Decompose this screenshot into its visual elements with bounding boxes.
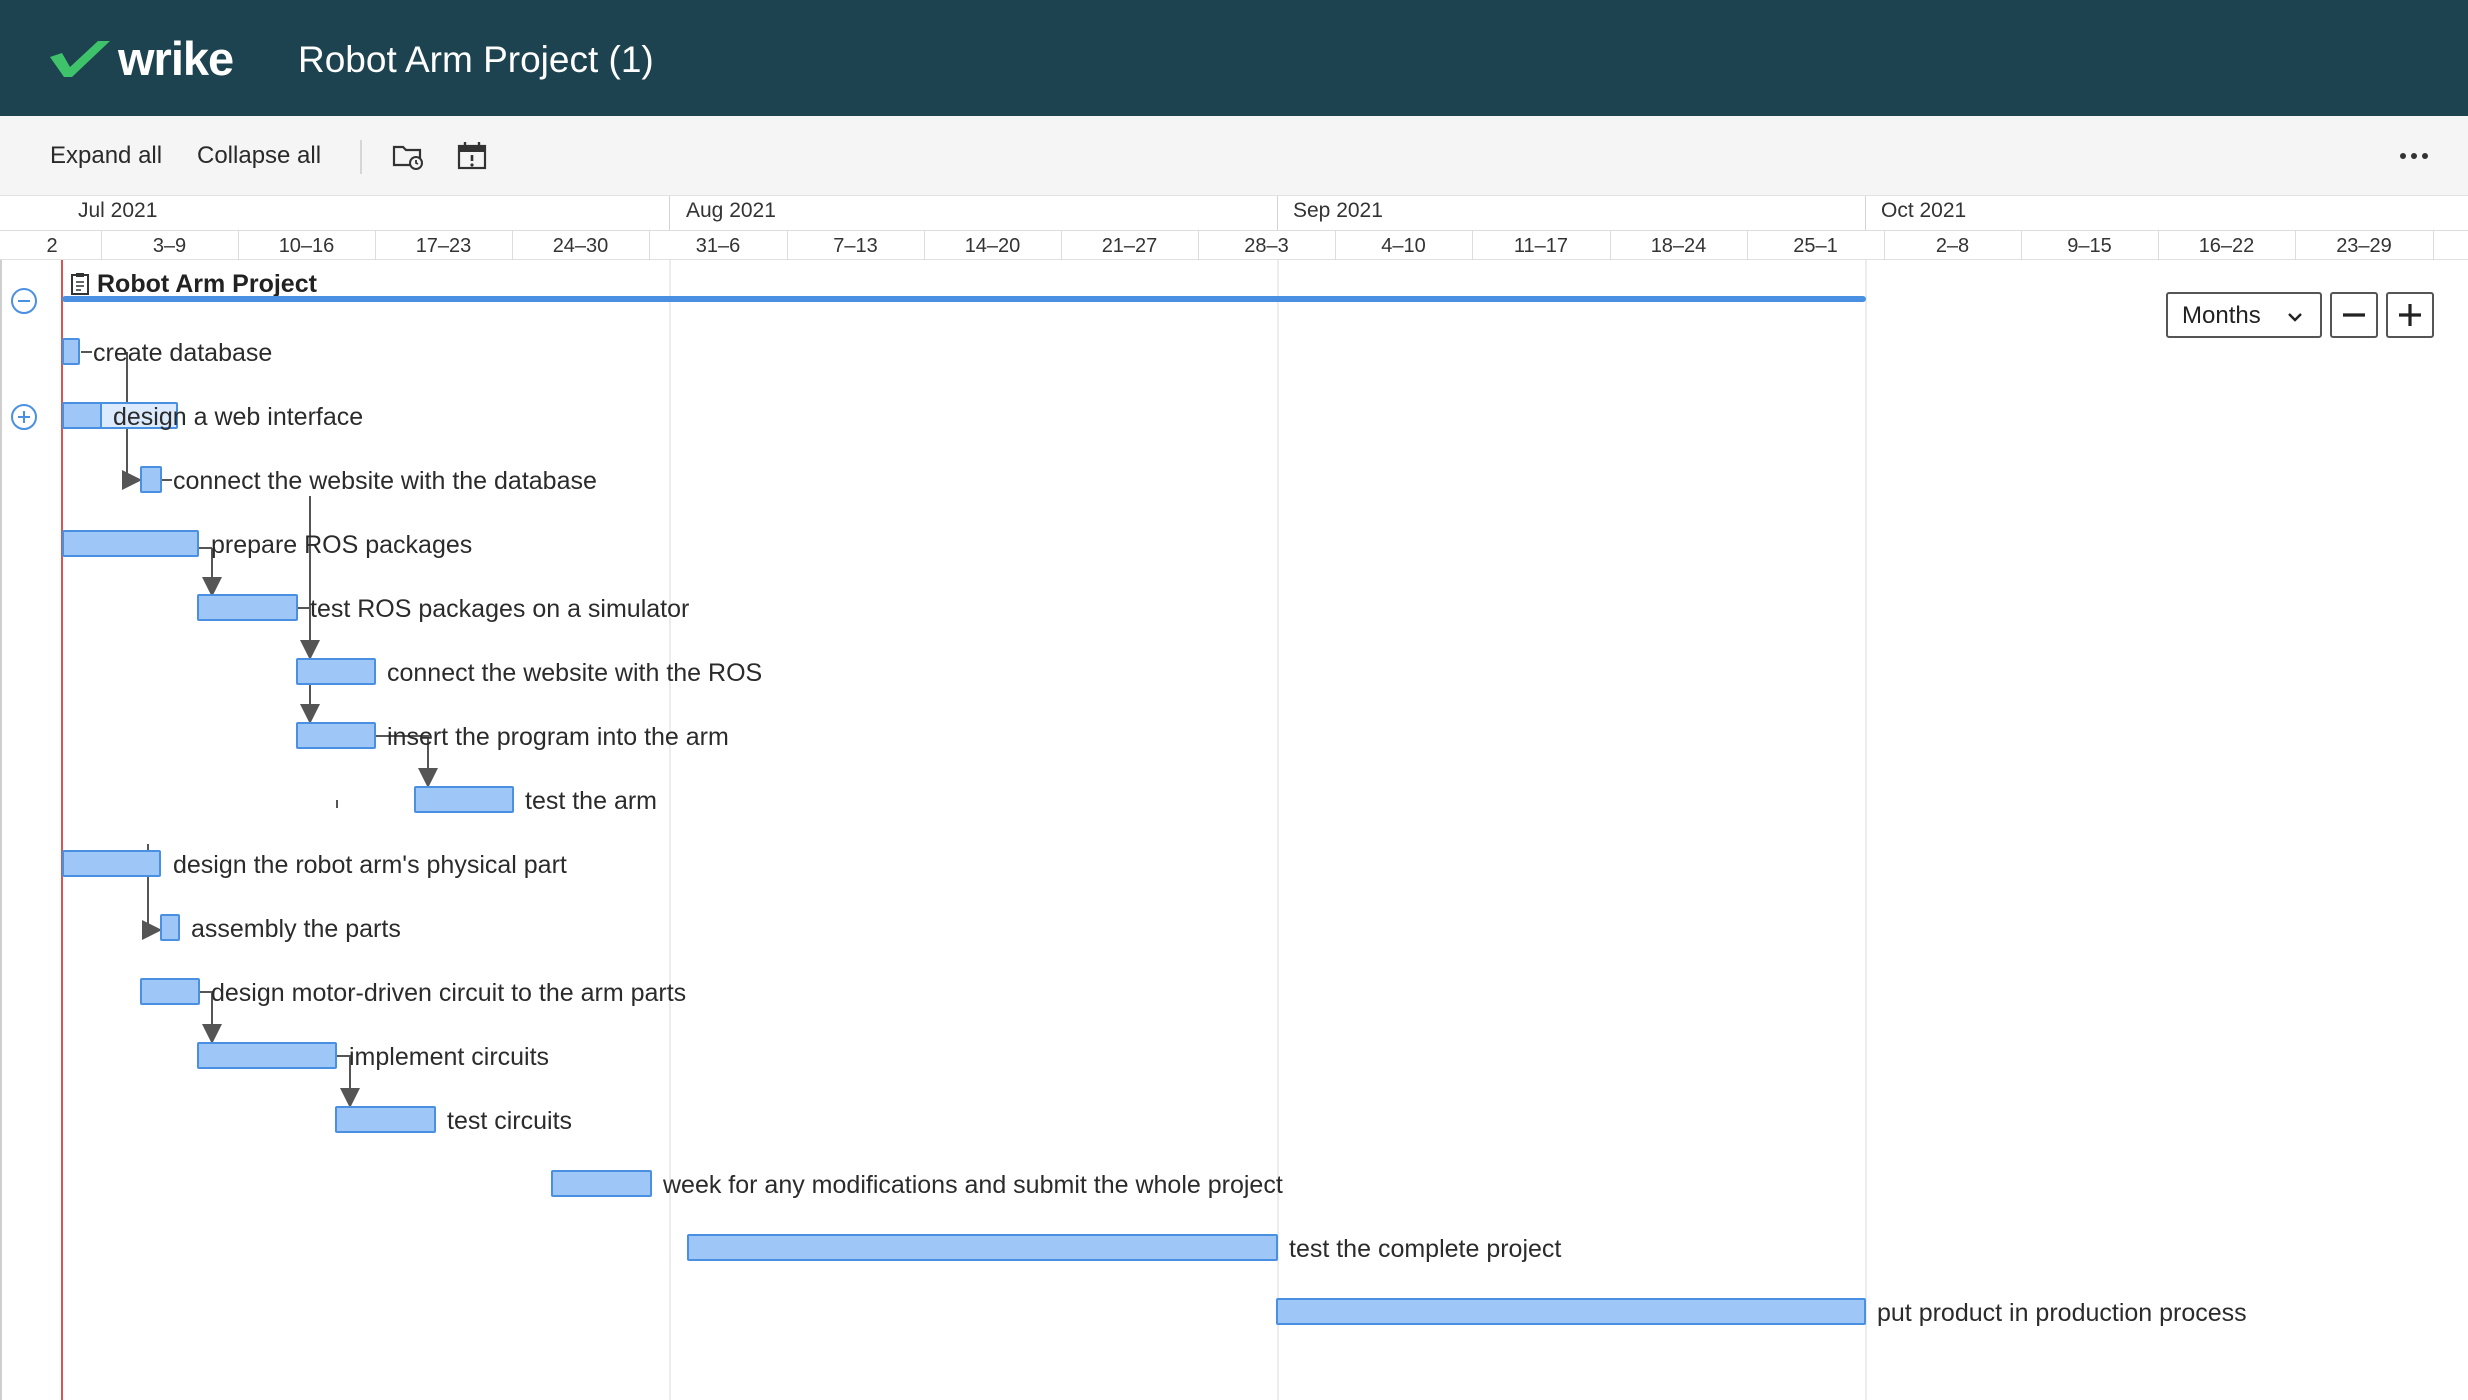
task-bar[interactable] xyxy=(140,978,200,1005)
week-label: 24–30 xyxy=(552,235,609,257)
more-options-icon[interactable] xyxy=(2394,138,2434,174)
week-label: 10–16 xyxy=(278,235,335,257)
project-summary-bar[interactable] xyxy=(62,296,1866,302)
task-bar[interactable] xyxy=(687,1234,1278,1261)
task-bar[interactable] xyxy=(296,722,376,749)
gantt-chart: Robot Arm Project create database design… xyxy=(0,260,2468,1400)
week-label: 4–10 xyxy=(1381,235,1426,257)
wrike-gantt-app: wrike Robot Arm Project (1) Expand all C… xyxy=(0,0,2468,1400)
week-label: 17–23 xyxy=(415,235,472,257)
page-title: Robot Arm Project (1) xyxy=(298,39,654,80)
task-label[interactable]: week for any modifications and submit th… xyxy=(663,1168,1283,1202)
task-label[interactable]: connect the website with the ROS xyxy=(387,656,762,690)
today-marker xyxy=(61,260,63,1400)
task-label[interactable]: put product in production process xyxy=(1877,1296,2247,1330)
week-label: 9–15 xyxy=(2067,235,2112,257)
wrike-logo[interactable]: wrike xyxy=(48,32,234,85)
expand-all-button[interactable]: Expand all xyxy=(50,138,162,174)
timescale-select[interactable]: Months xyxy=(2166,292,2322,338)
timeline-header: Jul 2021 Aug 2021 Sep 2021 Oct 2021 2 3–… xyxy=(0,196,2468,260)
week-label: 25–1 xyxy=(1793,235,1838,257)
collapse-project-toggle[interactable] xyxy=(11,288,37,314)
collapse-all-button[interactable]: Collapse all xyxy=(197,138,321,174)
zoom-out-button[interactable] xyxy=(2330,292,2378,338)
folder-icon[interactable] xyxy=(390,138,426,174)
month-divider xyxy=(1277,196,1278,230)
week-row: 2 3–9 10–16 17–23 24–30 31–6 7–13 14–20 … xyxy=(0,230,2468,260)
task-label[interactable]: implement circuits xyxy=(349,1040,549,1074)
task-bar[interactable] xyxy=(197,594,298,621)
checkmark-logo-icon xyxy=(50,41,110,77)
task-bar[interactable] xyxy=(140,466,162,493)
month-label: Aug 2021 xyxy=(686,199,776,222)
task-bar[interactable] xyxy=(160,914,180,941)
task-label[interactable]: test the arm xyxy=(525,784,657,818)
month-divider xyxy=(1865,196,1866,230)
task-bar[interactable] xyxy=(197,1042,337,1069)
task-bar[interactable] xyxy=(62,530,199,557)
week-label: 2–8 xyxy=(1935,235,1970,257)
project-icon xyxy=(71,273,89,295)
task-bar[interactable] xyxy=(62,850,161,877)
minus-icon xyxy=(2343,313,2365,317)
week-label: 21–27 xyxy=(1101,235,1158,257)
task-label[interactable]: design the robot arm's physical part xyxy=(173,848,567,882)
task-label[interactable]: test the complete project xyxy=(1289,1232,1561,1266)
expand-task-toggle[interactable] xyxy=(11,404,37,430)
toolbar-divider xyxy=(360,140,362,174)
week-divider xyxy=(2433,231,2434,260)
task-bar[interactable] xyxy=(296,658,376,685)
toolbar: Expand all Collapse all xyxy=(0,116,2468,196)
month-gridline xyxy=(1865,260,1867,1400)
month-gridline xyxy=(1277,260,1279,1400)
dependency-lines xyxy=(81,351,438,1108)
week-label: 23–29 xyxy=(2336,235,2392,257)
plus-icon xyxy=(2399,304,2421,326)
month-label: Sep 2021 xyxy=(1293,199,1383,222)
app-header: wrike Robot Arm Project (1) xyxy=(0,0,2468,116)
week-label: 3–9 xyxy=(152,235,187,257)
task-label[interactable]: prepare ROS packages xyxy=(211,528,472,562)
chevron-down-icon xyxy=(2288,313,2302,322)
month-divider xyxy=(669,196,670,230)
task-label[interactable]: assembly the parts xyxy=(191,912,401,946)
task-bar[interactable] xyxy=(414,786,514,813)
week-label: 7–13 xyxy=(833,235,878,257)
week-label: 16–22 xyxy=(2198,235,2255,257)
task-label[interactable]: connect the website with the database xyxy=(173,464,597,498)
week-label: 28–3 xyxy=(1244,235,1289,257)
task-label[interactable]: design motor-driven circuit to the arm p… xyxy=(211,976,686,1010)
calendar-icon[interactable] xyxy=(454,138,490,174)
week-label: 31–6 xyxy=(695,235,741,257)
task-bar[interactable] xyxy=(335,1106,436,1133)
task-label[interactable]: test circuits xyxy=(447,1104,572,1138)
week-label: 14–20 xyxy=(964,235,1021,257)
month-label: Oct 2021 xyxy=(1881,199,1967,222)
week-label: 11–17 xyxy=(1513,235,1569,257)
task-label[interactable]: insert the program into the arm xyxy=(387,720,729,754)
task-label[interactable]: create database xyxy=(93,336,272,370)
left-edge xyxy=(0,260,2,1400)
week-label: 2 xyxy=(46,235,58,257)
month-gridline xyxy=(669,260,671,1400)
task-bar[interactable] xyxy=(1276,1298,1866,1325)
task-bar[interactable] xyxy=(62,338,80,365)
task-bar[interactable] xyxy=(551,1170,652,1197)
zoom-in-button[interactable] xyxy=(2386,292,2434,338)
timescale-select-label: Months xyxy=(2182,302,2261,329)
task-progress-bar[interactable] xyxy=(62,402,102,429)
logo-text: wrike xyxy=(118,32,234,85)
week-label: 18–24 xyxy=(1650,235,1707,257)
task-label[interactable]: test ROS packages on a simulator xyxy=(310,592,689,626)
task-label[interactable]: design a web interface xyxy=(113,400,363,434)
month-label: Jul 2021 xyxy=(78,199,158,222)
